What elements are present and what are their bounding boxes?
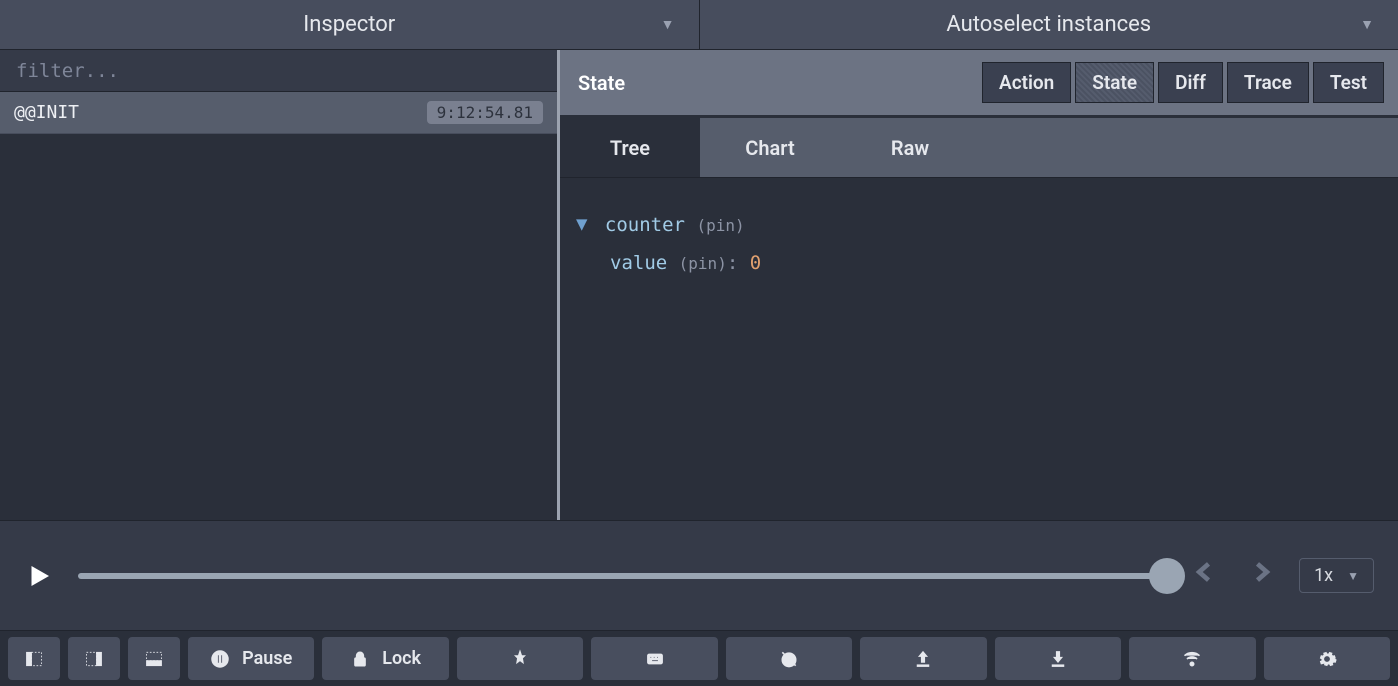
tree-key: counter <box>605 214 685 236</box>
tree-key: value <box>610 252 667 274</box>
pin-label[interactable]: (pin) <box>696 216 744 235</box>
tree-node[interactable]: value (pin): 0 <box>570 244 1388 282</box>
pin-label[interactable]: (pin) <box>679 254 727 273</box>
timeline-track[interactable] <box>78 573 1167 579</box>
tab-trace[interactable]: Trace <box>1227 62 1309 103</box>
action-name: @@INIT <box>14 102 79 123</box>
expand-arrow-icon[interactable]: ▼ <box>576 205 587 243</box>
inspector-dropdown[interactable]: Inspector ▼ <box>0 0 700 49</box>
tab-diff[interactable]: Diff <box>1158 62 1223 103</box>
action-timestamp: 9:12:54.81 <box>427 101 543 124</box>
speed-value: 1x <box>1314 565 1333 586</box>
filter-input[interactable] <box>16 60 541 82</box>
tree-node[interactable]: ▼ counter (pin) <box>570 206 1388 244</box>
instances-label: Autoselect instances <box>946 12 1151 37</box>
persist-button[interactable] <box>726 637 852 680</box>
chevron-down-icon: ▼ <box>1360 16 1374 33</box>
lock-button[interactable]: Lock <box>322 637 448 680</box>
action-list: @@INIT 9:12:54.81 <box>0 92 557 520</box>
detail-title: State <box>578 71 625 95</box>
subtabs: Tree Chart Raw <box>560 118 1398 178</box>
timeline: 1x ▼ <box>0 520 1398 630</box>
action-row[interactable]: @@INIT 9:12:54.81 <box>0 92 557 134</box>
tree-value: 0 <box>750 252 761 274</box>
tab-action[interactable]: Action <box>982 62 1071 103</box>
next-action-button[interactable] <box>1247 558 1275 593</box>
subtab-tree[interactable]: Tree <box>560 118 700 177</box>
pause-label: Pause <box>242 648 292 669</box>
dock-left-button[interactable] <box>8 637 60 680</box>
bottom-toolbar: Pause Lock <box>0 630 1398 686</box>
timeline-thumb[interactable] <box>1149 558 1185 594</box>
settings-button[interactable] <box>1264 637 1390 680</box>
tab-test[interactable]: Test <box>1313 62 1384 103</box>
import-button[interactable] <box>995 637 1121 680</box>
play-button[interactable] <box>24 561 54 591</box>
view-tabs: Action State Diff Trace Test <box>982 62 1384 103</box>
chevron-down-icon: ▼ <box>1347 569 1359 583</box>
remote-button[interactable] <box>1129 637 1255 680</box>
prev-action-button[interactable] <box>1191 558 1219 593</box>
lock-label: Lock <box>382 648 421 669</box>
filter-bar <box>0 50 557 92</box>
subtab-raw[interactable]: Raw <box>840 118 980 177</box>
export-button[interactable] <box>860 637 986 680</box>
pause-button[interactable]: Pause <box>188 637 314 680</box>
dock-bottom-button[interactable] <box>128 637 180 680</box>
subtab-chart[interactable]: Chart <box>700 118 840 177</box>
instances-dropdown[interactable]: Autoselect instances ▼ <box>700 0 1398 49</box>
tab-state[interactable]: State <box>1075 62 1154 103</box>
inspector-label: Inspector <box>303 12 395 37</box>
dispatcher-button[interactable] <box>591 637 717 680</box>
state-tree: ▼ counter (pin) value (pin): 0 <box>560 178 1398 520</box>
pin-button[interactable] <box>457 637 583 680</box>
speed-selector[interactable]: 1x ▼ <box>1299 558 1374 593</box>
dock-right-button[interactable] <box>68 637 120 680</box>
chevron-down-icon: ▼ <box>661 16 675 33</box>
